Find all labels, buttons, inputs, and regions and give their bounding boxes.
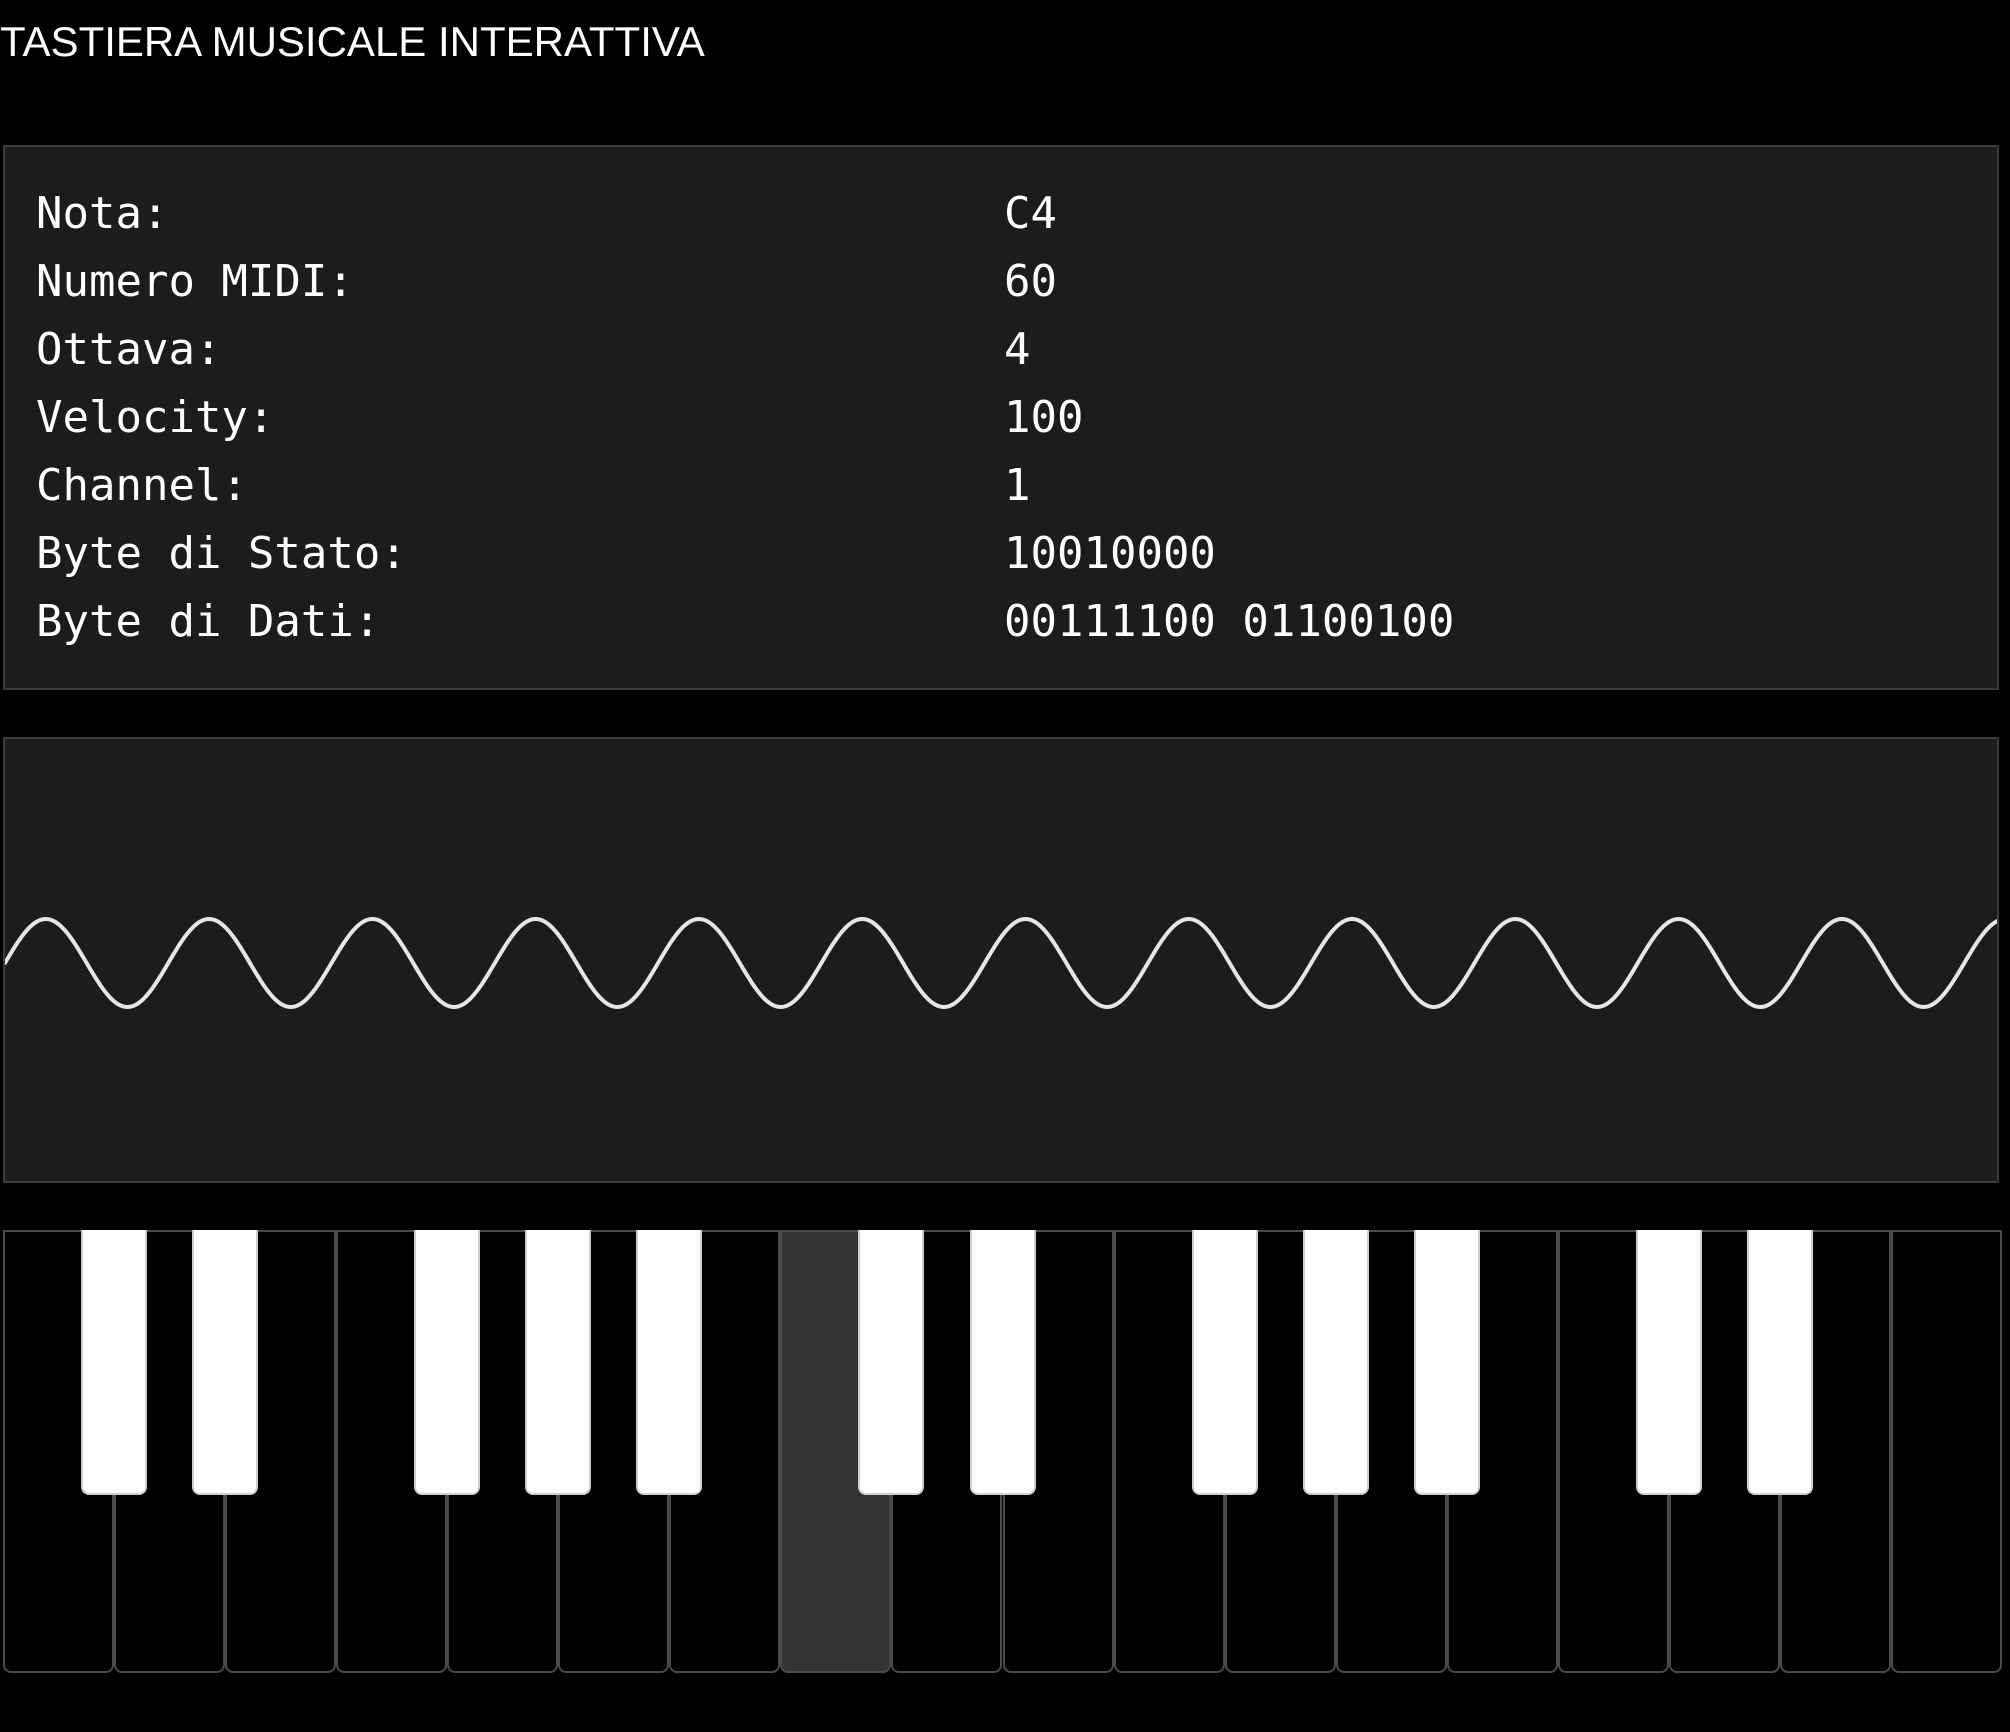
upper-key-5[interactable] [636, 1230, 703, 1495]
velocity-value: 100 [1004, 392, 1084, 443]
data-bytes-label: Byte di Dati: [36, 596, 381, 647]
upper-key-6[interactable] [858, 1230, 925, 1495]
upper-key-2[interactable] [192, 1230, 259, 1495]
upper-key-12[interactable] [1746, 1230, 1813, 1495]
upper-key-7[interactable] [969, 1230, 1036, 1495]
page-title: TASTIERA MUSICALE INTERATTIVA [0, 18, 705, 65]
upper-key-1[interactable] [81, 1230, 148, 1495]
octave-label: Ottava: [36, 324, 222, 375]
velocity-label: Velocity: [36, 392, 275, 443]
note-label: Nota: [36, 188, 169, 239]
info-row-note: Nota: C4 [5, 180, 1997, 248]
info-row-data-bytes: Byte di Dati: 00111100 01100100 [5, 588, 1997, 656]
piano-keyboard[interactable] [3, 1230, 2002, 1673]
channel-label: Channel: [36, 460, 248, 511]
data-bytes-value: 00111100 01100100 [1004, 596, 1455, 647]
status-byte-label: Byte di Stato: [36, 528, 407, 579]
info-row-octave: Ottava: 4 [5, 316, 1997, 384]
upper-key-3[interactable] [414, 1230, 481, 1495]
midi-number-value: 60 [1004, 256, 1057, 307]
lower-key-18[interactable] [1890, 1230, 2002, 1673]
channel-value: 1 [1004, 460, 1031, 511]
waveform-display [3, 737, 1999, 1183]
info-row-status-byte: Byte di Stato: 10010000 [5, 520, 1997, 588]
status-byte-value: 10010000 [1004, 528, 1216, 579]
upper-key-9[interactable] [1302, 1230, 1369, 1495]
info-row-midi-number: Numero MIDI: 60 [5, 248, 1997, 316]
waveform-canvas [5, 917, 1997, 1009]
upper-key-4[interactable] [525, 1230, 592, 1495]
upper-key-10[interactable] [1413, 1230, 1480, 1495]
midi-info-panel: Nota: C4 Numero MIDI: 60 Ottava: 4 Veloc… [3, 145, 1999, 690]
info-row-channel: Channel: 1 [5, 452, 1997, 520]
upper-key-11[interactable] [1635, 1230, 1702, 1495]
upper-key-8[interactable] [1191, 1230, 1258, 1495]
note-value: C4 [1004, 188, 1057, 239]
octave-value: 4 [1004, 324, 1031, 375]
midi-number-label: Numero MIDI: [36, 256, 354, 307]
info-row-velocity: Velocity: 100 [5, 384, 1997, 452]
sine-wave [5, 917, 1997, 1009]
